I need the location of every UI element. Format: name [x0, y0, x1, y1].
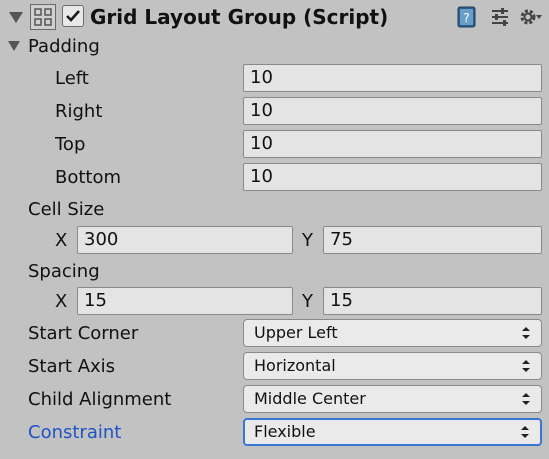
constraint-dropdown[interactable]: Flexible — [243, 418, 542, 446]
svg-text:?: ? — [463, 11, 469, 25]
checkmark-icon — [66, 10, 80, 22]
padding-top-field[interactable]: 10 — [243, 130, 542, 158]
child-alignment-label: Child Alignment — [28, 389, 172, 410]
padding-right-label: Right — [55, 101, 103, 122]
spacing-y-field[interactable]: 15 — [323, 287, 542, 315]
padding-right-field[interactable]: 10 — [243, 97, 542, 125]
child-alignment-dropdown[interactable]: Middle Center — [243, 385, 542, 413]
up-down-arrows-icon — [521, 426, 529, 438]
start-axis-value: Horizontal — [254, 356, 336, 375]
cell-size-x-label[interactable]: X — [55, 228, 67, 254]
preset-sliders-icon[interactable] — [488, 5, 512, 29]
cell-size-label: Cell Size — [28, 199, 105, 220]
component-title: Grid Layout Group (Script) — [90, 5, 389, 29]
help-book-icon[interactable]: ? — [455, 5, 479, 29]
up-down-arrows-icon — [522, 360, 530, 372]
grid-layout-component-icon — [30, 4, 56, 30]
spacing-y-label[interactable]: Y — [302, 289, 313, 315]
up-down-arrows-icon — [522, 393, 530, 405]
cell-size-y-label[interactable]: Y — [302, 228, 313, 254]
padding-label[interactable]: Padding — [28, 34, 100, 60]
up-down-arrows-icon — [522, 327, 530, 339]
component-header: Grid Layout Group (Script) ? — [0, 0, 549, 34]
foldout-arrow-icon[interactable] — [9, 12, 23, 23]
start-corner-dropdown[interactable]: Upper Left — [243, 319, 542, 347]
cell-size-x-field[interactable]: 300 — [77, 226, 293, 254]
component-enabled-checkbox[interactable] — [62, 5, 84, 27]
padding-bottom-label: Bottom — [55, 167, 122, 188]
start-corner-label: Start Corner — [28, 323, 139, 344]
gear-icon[interactable] — [518, 5, 542, 29]
start-axis-label: Start Axis — [28, 356, 116, 377]
constraint-value: Flexible — [254, 422, 316, 441]
start-axis-dropdown[interactable]: Horizontal — [243, 352, 542, 380]
padding-left-field[interactable]: 10 — [243, 64, 542, 92]
spacing-x-label[interactable]: X — [55, 289, 67, 315]
padding-bottom-field[interactable]: 10 — [243, 163, 542, 191]
cell-size-y-field[interactable]: 75 — [323, 226, 542, 254]
spacing-label: Spacing — [28, 261, 100, 282]
child-alignment-value: Middle Center — [254, 389, 366, 408]
padding-left-label: Left — [55, 68, 89, 89]
padding-top-label: Top — [55, 134, 86, 155]
padding-foldout-arrow-icon[interactable] — [8, 41, 20, 51]
spacing-x-field[interactable]: 15 — [77, 287, 293, 315]
constraint-label: Constraint — [28, 422, 122, 443]
start-corner-value: Upper Left — [254, 323, 338, 342]
